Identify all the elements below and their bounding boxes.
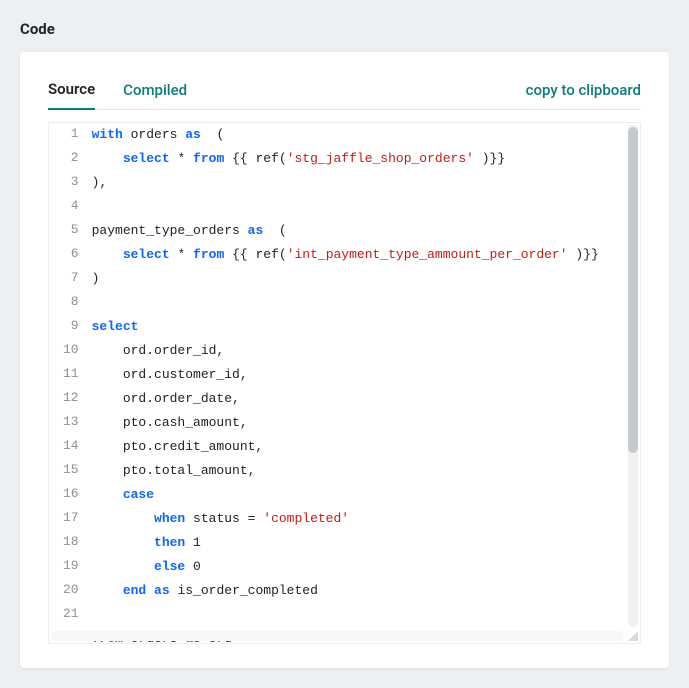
code-line: 2 select * from {{ ref('stg_jaffle_shop_…: [49, 147, 640, 171]
line-number: 19: [49, 555, 91, 579]
code-line: 5payment_type_orders as (: [49, 219, 640, 243]
code-content: [91, 195, 640, 219]
code-content: end as is_order_completed: [91, 579, 640, 603]
code-content: ): [91, 267, 640, 291]
code-content: with orders as (: [91, 123, 640, 147]
copy-to-clipboard[interactable]: copy to clipboard: [526, 81, 641, 109]
code-line: 18 then 1: [49, 531, 640, 555]
code-line: 1with orders as (: [49, 123, 640, 147]
code-line: 6 select * from {{ ref('int_payment_type…: [49, 243, 640, 267]
code-line: 13 pto.cash_amount,: [49, 411, 640, 435]
scrollbar-vertical[interactable]: [628, 125, 638, 627]
line-number: 20: [49, 579, 91, 603]
tab-source[interactable]: Source: [48, 80, 95, 110]
code-scroll[interactable]: 1with orders as (2 select * from {{ ref(…: [49, 123, 640, 643]
line-number: 11: [49, 363, 91, 387]
code-content: select * from {{ ref('int_payment_type_a…: [91, 243, 640, 267]
code-content: select * from {{ ref('stg_jaffle_shop_or…: [91, 147, 640, 171]
line-number: 3: [49, 171, 91, 195]
code-content: ),: [91, 171, 640, 195]
line-number: 7: [49, 267, 91, 291]
line-number: 1: [49, 123, 91, 147]
code-content: ord.order_id,: [91, 339, 640, 363]
line-number: 16: [49, 483, 91, 507]
line-number: 18: [49, 531, 91, 555]
line-number: 9: [49, 315, 91, 339]
code-line: 20 end as is_order_completed: [49, 579, 640, 603]
code-line: 17 when status = 'completed': [49, 507, 640, 531]
tabs-row: Source Compiled copy to clipboard: [48, 80, 641, 110]
code-line: 11 ord.customer_id,: [49, 363, 640, 387]
code-content: payment_type_orders as (: [91, 219, 640, 243]
line-number: 2: [49, 147, 91, 171]
code-viewer: 1with orders as (2 select * from {{ ref(…: [48, 122, 641, 644]
code-content: select: [91, 315, 640, 339]
line-number: 5: [49, 219, 91, 243]
line-number: 8: [49, 291, 91, 315]
code-line: 15 pto.total_amount,: [49, 459, 640, 483]
code-line: 4: [49, 195, 640, 219]
code-content: ord.order_date,: [91, 387, 640, 411]
code-content: else 0: [91, 555, 640, 579]
code-content: when status = 'completed': [91, 507, 640, 531]
line-number: 21: [49, 603, 91, 627]
code-line: 14 pto.credit_amount,: [49, 435, 640, 459]
scrollbar-horizontal[interactable]: [51, 631, 624, 641]
code-line: 21: [49, 603, 640, 627]
line-number: 12: [49, 387, 91, 411]
code-line: 16 case: [49, 483, 640, 507]
line-number: 17: [49, 507, 91, 531]
code-content: pto.credit_amount,: [91, 435, 640, 459]
code-line: 12 ord.order_date,: [49, 387, 640, 411]
section-title: Code: [20, 20, 669, 38]
line-number: 10: [49, 339, 91, 363]
code-card: Source Compiled copy to clipboard 1with …: [20, 52, 669, 668]
code-content: [91, 291, 640, 315]
code-table: 1with orders as (2 select * from {{ ref(…: [49, 123, 640, 643]
line-number: 4: [49, 195, 91, 219]
code-line: 10 ord.order_id,: [49, 339, 640, 363]
code-line: 9select: [49, 315, 640, 339]
code-content: ord.customer_id,: [91, 363, 640, 387]
code-line: 7): [49, 267, 640, 291]
line-number: 15: [49, 459, 91, 483]
line-number: 6: [49, 243, 91, 267]
resize-handle[interactable]: [626, 629, 638, 641]
code-content: pto.total_amount,: [91, 459, 640, 483]
code-line: 3),: [49, 171, 640, 195]
line-number: 14: [49, 435, 91, 459]
tab-compiled[interactable]: Compiled: [123, 81, 187, 109]
code-content: pto.cash_amount,: [91, 411, 640, 435]
code-line: 19 else 0: [49, 555, 640, 579]
line-number: 13: [49, 411, 91, 435]
code-content: [91, 603, 640, 627]
code-content: then 1: [91, 531, 640, 555]
code-line: 8: [49, 291, 640, 315]
code-content: case: [91, 483, 640, 507]
code-section: Code Source Compiled copy to clipboard 1…: [20, 20, 669, 668]
